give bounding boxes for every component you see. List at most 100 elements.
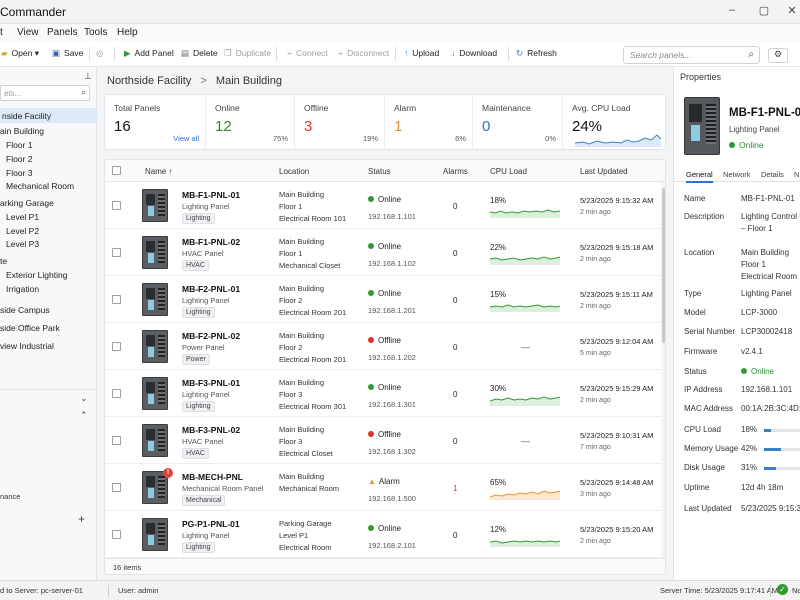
col-alarms[interactable]: Alarms — [443, 167, 468, 176]
col-updated[interactable]: Last Updated — [580, 167, 628, 176]
table-row[interactable]: MB-F1-PNL-02 HVAC Panel HVAC Main Building F… — [105, 229, 661, 276]
prop-value: Lighting Panel — [741, 289, 792, 298]
open-button[interactable]: ▰ Open ▾ — [1, 48, 39, 59]
minimize-icon[interactable]: – — [724, 4, 740, 18]
menu-edit[interactable]: t — [0, 27, 3, 38]
menu-help[interactable]: Help — [117, 27, 138, 38]
search-input[interactable]: Search panels... ⌕ — [623, 46, 760, 64]
add-icon[interactable]: + — [78, 512, 85, 526]
tab-more[interactable]: N — [794, 170, 799, 179]
sidebar-item-maintenance[interactable]: nance — [0, 492, 20, 501]
menu-tools[interactable]: Tools — [84, 27, 107, 38]
table-row[interactable]: MB-F2-PNL-02 Power Panel Power Main Buildin… — [105, 323, 661, 370]
col-status[interactable]: Status — [368, 167, 391, 176]
table-row[interactable]: MB-F2-PNL-01 Lighting Panel Lighting Main B… — [105, 276, 661, 323]
panel-name[interactable]: MB-MECH-PNL — [182, 472, 243, 482]
delete-button[interactable]: ▤ Delete — [181, 48, 218, 59]
settings-button[interactable]: ⚙ — [768, 48, 788, 63]
col-location[interactable]: Location — [279, 167, 309, 176]
prop-value: 12d 4h 18m — [741, 483, 784, 492]
panel-name[interactable]: MB-F3-PNL-01 — [182, 378, 240, 388]
tab-network[interactable]: Network — [723, 170, 751, 179]
panel-name[interactable]: MB-F2-PNL-01 — [182, 284, 240, 294]
tree-item-site[interactable]: te — [0, 256, 7, 266]
breadcrumb-facility[interactable]: Northside Facility — [107, 75, 191, 87]
ip-address: 192.168.1.301 — [368, 400, 416, 409]
table-row[interactable]: MB-F1-PNL-01 Lighting Panel Lighting Main B… — [105, 182, 661, 229]
menu-view[interactable]: View — [17, 27, 39, 38]
status-cell: Online — [368, 289, 401, 298]
save-button[interactable]: ▣ Save — [52, 48, 83, 59]
table-row[interactable]: MB-F3-PNL-02 HVAC Panel HVAC Main Building F… — [105, 417, 661, 464]
save-icon: ▣ — [52, 48, 61, 58]
tree-item-floor-1[interactable]: Floor 1 — [6, 140, 32, 150]
tree-item-floor-2[interactable]: Floor 2 — [6, 154, 32, 164]
tree-item-parking-garage[interactable]: arking Garage — [0, 198, 54, 208]
view-all-link[interactable]: View all — [173, 134, 199, 143]
col-name[interactable]: Name ↑ — [145, 167, 173, 176]
download-button[interactable]: ↓ Download — [451, 48, 497, 58]
gear-icon: ⚙ — [773, 49, 783, 59]
tree-item-exterior-lighting[interactable]: Exterior Lighting — [6, 270, 67, 280]
globe-button[interactable]: ◎ — [96, 48, 107, 59]
col-cpu[interactable]: CPU Load — [490, 167, 527, 176]
panel-name[interactable]: MB-F1-PNL-01 — [182, 190, 240, 200]
status-cell: Offline — [368, 430, 401, 439]
row-checkbox[interactable] — [112, 342, 121, 351]
tree-item-floor-3[interactable]: Floor 3 — [6, 168, 32, 178]
row-checkbox[interactable] — [112, 295, 121, 304]
panel-name[interactable]: MB-F1-PNL-02 — [182, 237, 240, 247]
menu-panels[interactable]: Panels — [47, 27, 78, 38]
tree-item-northside-facility[interactable]: nside Facility — [0, 108, 97, 123]
close-icon[interactable]: ✕ — [784, 4, 800, 18]
tree-item-level-p3[interactable]: Level P3 — [6, 239, 39, 249]
duplicate-button[interactable]: ❐ Duplicate — [224, 48, 271, 59]
row-checkbox[interactable] — [112, 436, 121, 445]
chevron-up-icon[interactable]: ⌃ — [80, 410, 88, 421]
scrollbar-thumb[interactable] — [662, 188, 665, 343]
upload-button[interactable]: ↑ Upload — [404, 48, 439, 58]
row-checkbox[interactable] — [112, 530, 121, 539]
row-checkbox[interactable] — [112, 201, 121, 210]
tree-item-irrigation[interactable]: Irrigation — [6, 284, 39, 294]
table-row[interactable]: MB-F3-PNL-01 Lighting Panel Lighting Main B… — [105, 370, 661, 417]
breadcrumb-building[interactable]: Main Building — [216, 75, 282, 87]
tree-item-level-p1[interactable]: Level P1 — [6, 212, 39, 222]
table-row[interactable]: PG-P1-PNL-01 Lighting Panel Lighting Parkin… — [105, 511, 661, 558]
panel-name[interactable]: MB-F3-PNL-02 — [182, 425, 240, 435]
prop-key: IP Address — [684, 385, 723, 394]
tree-item-office-park[interactable]: side Office Park — [0, 323, 60, 333]
tab-general[interactable]: General — [686, 170, 713, 183]
grid-scrollbar[interactable] — [661, 182, 665, 560]
pin-icon[interactable]: ⊥ — [84, 71, 92, 82]
copy-icon: ❐ — [224, 48, 232, 58]
ip-address: 192.168.2.101 — [368, 541, 416, 550]
connect-button[interactable]: ⌁ Connect — [287, 48, 328, 59]
panel-name[interactable]: MB-F2-PNL-02 — [182, 331, 240, 341]
tree-item-level-p2[interactable]: Level P2 — [6, 226, 39, 236]
statusbar-separator — [770, 585, 771, 597]
toolbar-separator — [395, 47, 396, 61]
disconnect-button[interactable]: ⌁ Disconnect — [338, 48, 389, 59]
sidebar-search-input[interactable]: ets... ⌕ — [0, 85, 90, 101]
add-panel-button[interactable]: ▶ Add Panel — [124, 48, 174, 59]
tab-details[interactable]: Details — [761, 170, 784, 179]
panel-type: Power Panel — [182, 343, 225, 352]
tree-item-industrial[interactable]: view Industrial — [0, 341, 54, 351]
row-checkbox[interactable] — [112, 389, 121, 398]
tree-item-main-building[interactable]: ain Building — [0, 126, 44, 136]
table-row[interactable]: ! MB-MECH-PNL Mechanical Room Panel Mechani… — [105, 464, 661, 511]
row-checkbox[interactable] — [112, 483, 121, 492]
panel-tag: Lighting — [182, 401, 215, 412]
row-checkbox[interactable] — [112, 248, 121, 257]
panel-name[interactable]: PG-P1-PNL-01 — [182, 519, 240, 529]
refresh-button[interactable]: ↻ Refresh — [516, 48, 557, 59]
grid-header: Name ↑ Location Status Alarms CPU Load L… — [105, 160, 665, 182]
tree-item-campus[interactable]: side Campus — [0, 305, 50, 315]
select-all-checkbox[interactable] — [112, 166, 121, 175]
cpu-sparkline — [490, 256, 560, 265]
tree-item-mechanical-room[interactable]: Mechanical Room — [6, 181, 74, 191]
prop-status-label: Online — [751, 367, 775, 376]
maximize-icon[interactable]: ▢ — [756, 4, 772, 18]
panel-type: HVAC Panel — [182, 437, 224, 446]
